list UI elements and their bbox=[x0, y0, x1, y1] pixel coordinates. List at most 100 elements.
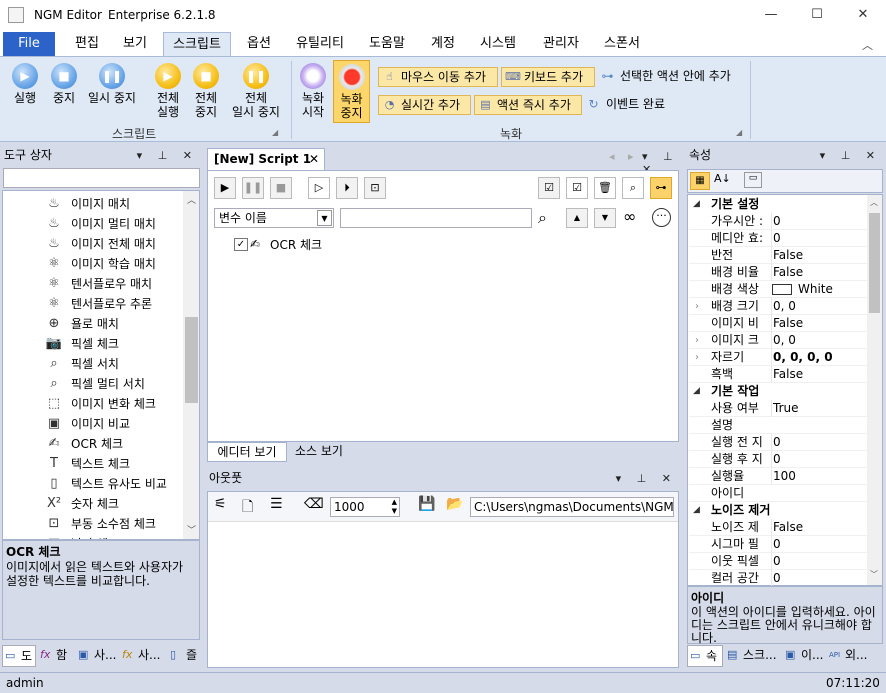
toolbox-item[interactable]: ⊕ 욜로 매치 bbox=[45, 314, 119, 334]
up-icon[interactable]: ▲ bbox=[566, 208, 588, 228]
tab-admin[interactable]: 관리자 bbox=[534, 32, 588, 56]
eraser-icon[interactable]: ⌫ bbox=[304, 496, 324, 512]
property-category[interactable]: ◢ 기본 작업 bbox=[689, 383, 867, 400]
node-checkbox[interactable]: ✓ bbox=[234, 238, 248, 251]
toolbox-item[interactable]: 📷 픽셀 체크 bbox=[45, 334, 119, 354]
collapse-icon[interactable]: ◢ bbox=[693, 502, 700, 519]
toolbox-item[interactable]: ♨ 이미지 멀티 매치 bbox=[45, 214, 156, 234]
collapse-ribbon-icon[interactable]: ︿ bbox=[862, 37, 873, 53]
property-pages-icon[interactable]: ▭ bbox=[744, 172, 762, 188]
run-all-button[interactable]: ▶ 전체 실행 bbox=[150, 63, 186, 119]
event-done-button[interactable]: ↻ 이벤트 완료 bbox=[584, 95, 684, 115]
save-icon[interactable]: 💾 bbox=[418, 496, 435, 512]
tab-account[interactable]: 계정 bbox=[420, 32, 466, 56]
stop-icon[interactable]: ■ bbox=[270, 177, 292, 199]
tree-view-icon[interactable]: ⊶ bbox=[650, 177, 672, 199]
tab-external[interactable]: API 외... bbox=[827, 645, 881, 667]
check-all-icon[interactable]: ☑ bbox=[538, 177, 560, 199]
stop-button[interactable]: ■ 중지 bbox=[46, 63, 82, 105]
down-icon[interactable]: ▼ bbox=[594, 208, 616, 228]
property-row[interactable]: 사용 여부 True bbox=[689, 400, 867, 417]
run-selected-icon[interactable]: ⊡ bbox=[364, 177, 386, 199]
minimize-button[interactable]: — bbox=[748, 0, 794, 31]
toolbox-item[interactable]: ♨ 이미지 전체 매치 bbox=[45, 234, 156, 254]
check-icon[interactable]: ☑ bbox=[566, 177, 588, 199]
collapse-icon[interactable]: ◢ bbox=[693, 196, 700, 213]
toolbox-item[interactable]: X² 숫자 체크 bbox=[45, 494, 119, 514]
delete-icon[interactable]: 🗑 bbox=[594, 177, 616, 199]
more-icon[interactable]: ··· bbox=[652, 208, 671, 227]
property-row[interactable]: 가우시안 :0 bbox=[689, 213, 867, 230]
toolbox-scrollbar[interactable]: ︿ ﹀ bbox=[183, 191, 199, 539]
tab-scripts[interactable]: ▤ 스크... bbox=[725, 645, 781, 667]
toolbox-item[interactable]: ♨ 이미지 매치 bbox=[45, 194, 130, 214]
collapse-icon[interactable]: ◢ bbox=[693, 383, 700, 400]
toolbox-item[interactable]: ⌕ 픽셀 멀티 서치 bbox=[45, 374, 145, 394]
toolbox-item[interactable]: ⚛ 텐서플로우 추론 bbox=[45, 294, 152, 314]
tab-sponsor[interactable]: 스폰서 bbox=[597, 32, 647, 56]
dialog-launcher-icon[interactable]: ◢ bbox=[272, 128, 278, 137]
property-row[interactable]: 이웃 픽셀 0 bbox=[689, 553, 867, 570]
property-category[interactable]: ◢ 노이즈 제거 bbox=[689, 502, 867, 519]
tab-utility[interactable]: 유틸리티 bbox=[290, 32, 350, 56]
property-row[interactable]: 노이즈 제 False bbox=[689, 519, 867, 536]
property-row[interactable]: 실행율 100 bbox=[689, 468, 867, 485]
add-immediate-button[interactable]: ▤ 액션 즉시 추가 bbox=[474, 95, 582, 115]
toolbox-search-input[interactable] bbox=[3, 168, 200, 188]
tree-node-ocr[interactable]: OCR 체크 bbox=[270, 236, 322, 253]
tab-images[interactable]: ▣ 이... bbox=[783, 645, 825, 667]
add-realtime-button[interactable]: ◔ 실시간 추가 bbox=[378, 95, 471, 115]
spin-icon[interactable]: ▲ ▼ bbox=[392, 498, 397, 516]
tab-system[interactable]: 시스템 bbox=[473, 32, 523, 56]
pause-icon[interactable]: ❚❚ bbox=[242, 177, 264, 199]
search-input[interactable] bbox=[340, 208, 532, 228]
property-row[interactable]: 배경 비율 False bbox=[689, 264, 867, 281]
property-row[interactable]: 반전 False bbox=[689, 247, 867, 264]
expand-icon[interactable]: › bbox=[695, 349, 699, 366]
tab-scroll-icon[interactable]: ◂ ▸ bbox=[609, 150, 639, 163]
toolbox-item[interactable]: ▯ 텍스트 유사도 비교 bbox=[45, 474, 167, 494]
run-to-end-icon[interactable]: ⏵ bbox=[336, 177, 358, 199]
panel-controls-icon[interactable]: ▾ ⊥ ✕ bbox=[820, 145, 881, 166]
output-count-input[interactable]: 1000 ▲ ▼ bbox=[330, 497, 400, 517]
tab-script[interactable]: 스크립트 bbox=[163, 32, 231, 57]
tab-user-actions[interactable]: fx 사... bbox=[120, 645, 166, 667]
sort-az-icon[interactable]: A↓ bbox=[714, 172, 731, 185]
toolbox-item[interactable]: ⬚ 이미지 변화 체크 bbox=[45, 394, 156, 414]
toolbox-item[interactable]: ✍ OCR 체크 bbox=[45, 434, 124, 454]
pause-all-button[interactable]: ❚❚ 전체 일시 중지 bbox=[226, 63, 286, 119]
property-row[interactable]: 실행 전 지0 bbox=[689, 434, 867, 451]
tab-options[interactable]: 옵션 bbox=[236, 32, 282, 56]
property-row[interactable]: 배경 색상 White bbox=[689, 281, 867, 298]
property-row[interactable]: › 배경 크기 0, 0 bbox=[689, 298, 867, 315]
properties-scrollbar[interactable]: ︿ ﹀ bbox=[867, 195, 882, 585]
search-icon[interactable]: ⌕ bbox=[538, 208, 547, 228]
toolbox-item[interactable]: ⌕ 픽셀 서치 bbox=[45, 354, 119, 374]
add-in-selected-button[interactable]: ⊶ 선택한 액션 안에 추가 bbox=[598, 67, 748, 87]
toolbox-item[interactable]: ⚛ 이미지 학습 매치 bbox=[45, 254, 156, 274]
panel-controls-icon[interactable]: ▾ ⊥ ✕ bbox=[137, 145, 198, 166]
property-row[interactable]: › 이미지 크 0, 0 bbox=[689, 332, 867, 349]
property-row[interactable]: 메디안 효: 0 bbox=[689, 230, 867, 247]
pause-button[interactable]: ❚❚ 일시 중지 bbox=[84, 63, 140, 105]
tab-functions[interactable]: fx 함 bbox=[38, 645, 74, 667]
property-row[interactable]: › 자르기 0, 0, 0, 0 bbox=[689, 349, 867, 366]
toolbox-item[interactable]: ⊡ 부동 소수점 체크 bbox=[45, 514, 156, 534]
wand-icon[interactable]: ⚟ bbox=[214, 496, 227, 512]
toolbox-item[interactable]: T 텍스트 체크 bbox=[45, 454, 130, 474]
close-window-button[interactable]: ✕ bbox=[840, 0, 886, 31]
tab-properties[interactable]: ▭ 속 bbox=[687, 645, 723, 667]
editor-tab[interactable]: [New] Script 1 ✕ bbox=[207, 148, 325, 170]
expand-icon[interactable]: › bbox=[695, 332, 699, 349]
record-start-button[interactable]: 녹화 시작 bbox=[296, 63, 330, 119]
tab-view[interactable]: 보기 bbox=[112, 32, 158, 56]
add-keyboard-button[interactable]: ⌨ 키보드 추가 bbox=[501, 67, 595, 87]
step-icon[interactable]: ▷ bbox=[308, 177, 330, 199]
property-row[interactable]: 이미지 비 False bbox=[689, 315, 867, 332]
output-path-input[interactable]: C:\Users\ngmas\Documents\NGM6\ bbox=[470, 497, 674, 517]
toolbox-item[interactable]: ▣ 이미지 비교 bbox=[45, 414, 130, 434]
property-row[interactable]: 실행 후 지0 bbox=[689, 451, 867, 468]
infinity-icon[interactable]: ∞ bbox=[623, 207, 636, 226]
tab-source-view[interactable]: 소스 보기 bbox=[289, 442, 349, 462]
variable-select[interactable]: 변수 이름 ▼ bbox=[214, 208, 334, 228]
